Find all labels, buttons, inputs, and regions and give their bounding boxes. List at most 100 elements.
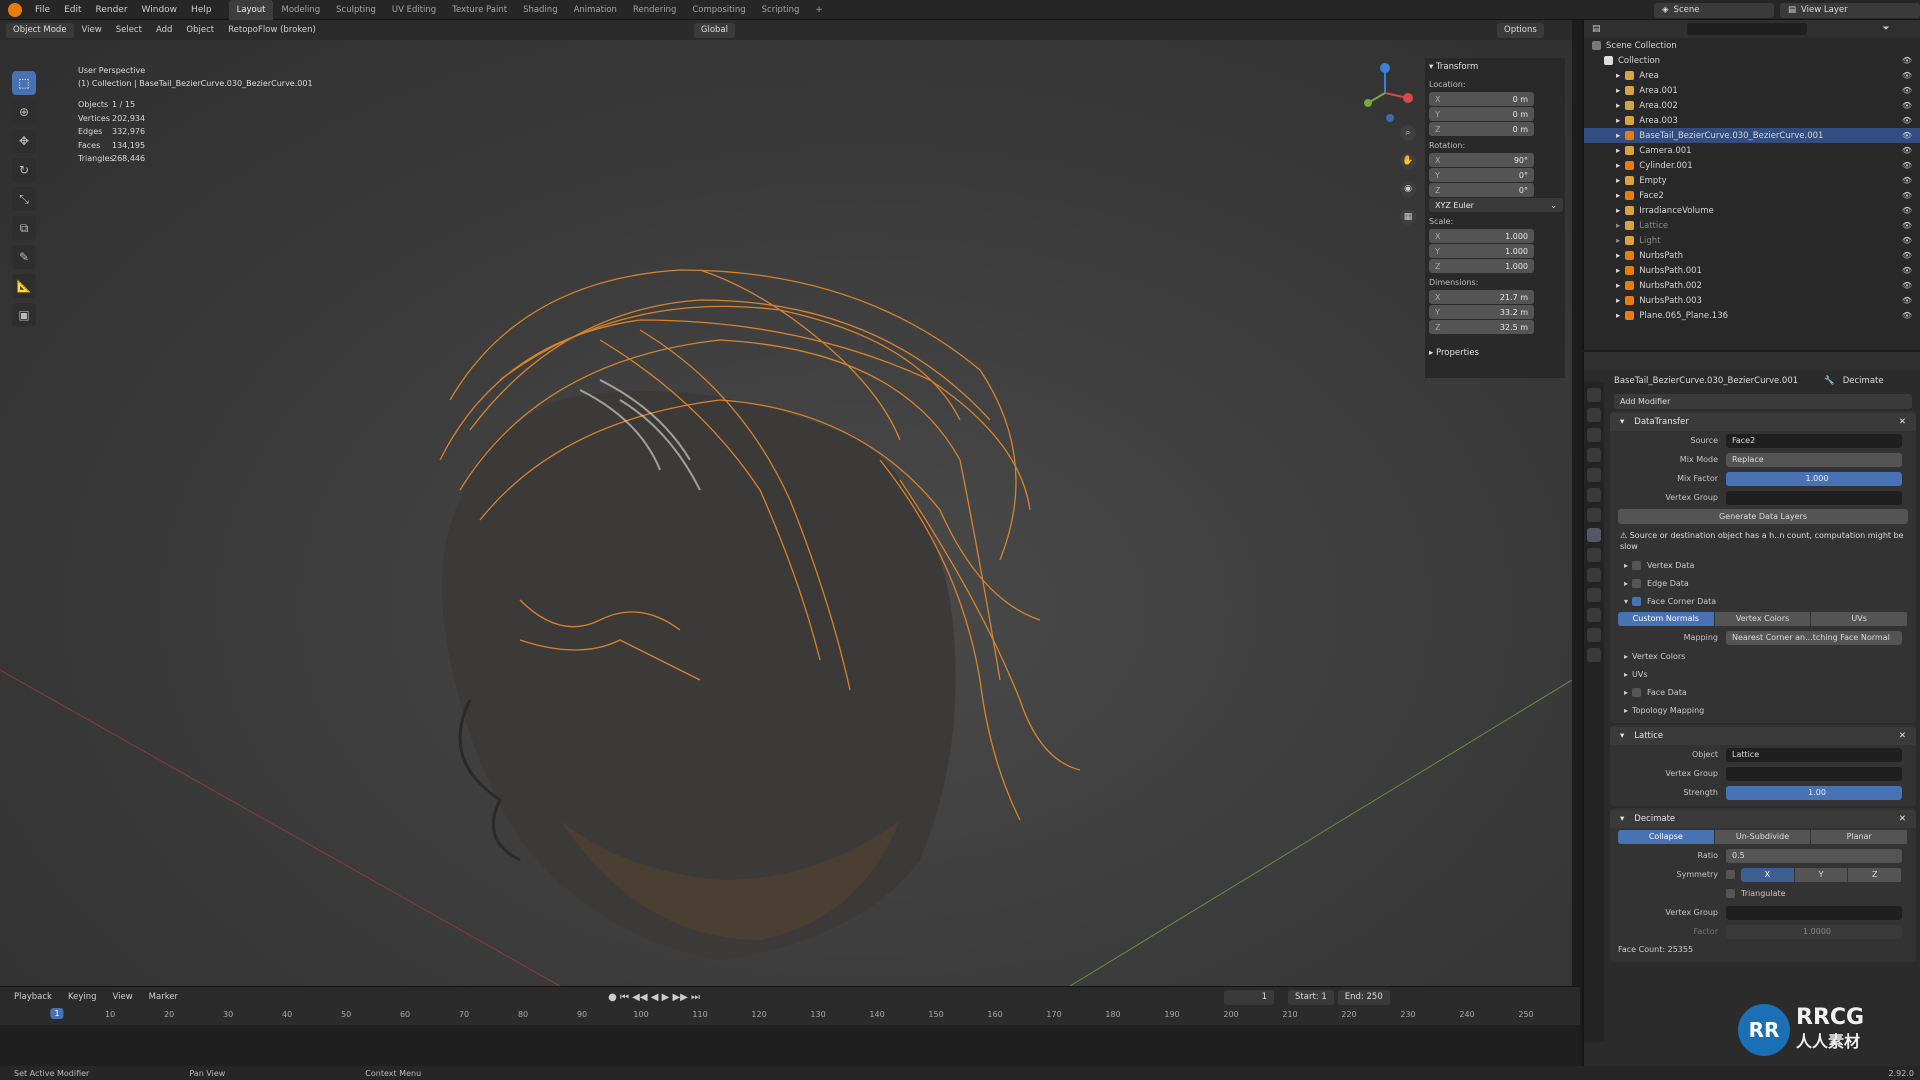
uvs-subpanel[interactable]: ▸ UVs: [1610, 665, 1916, 683]
zoom-icon[interactable]: ⌕: [1400, 125, 1416, 141]
add-cube-tool[interactable]: ▣: [12, 303, 36, 327]
modifier-tab-icon[interactable]: [1587, 528, 1601, 542]
outliner-item[interactable]: ▸ Face2 👁: [1584, 188, 1920, 203]
expand-arrow-icon[interactable]: ▸: [1616, 116, 1620, 126]
tab-uv-editing[interactable]: UV Editing: [384, 0, 444, 20]
menu-view[interactable]: View: [76, 20, 108, 40]
annotate-tool[interactable]: ✎: [12, 245, 36, 269]
playback-controls[interactable]: ● ⏮ ◀◀ ◀ ▶ ▶▶ ⏭: [608, 992, 700, 1003]
checkbox[interactable]: [1632, 596, 1642, 606]
start-frame-field[interactable]: Start: 1: [1288, 989, 1334, 1005]
eye-icon[interactable]: 👁: [1902, 191, 1912, 200]
menu-keying[interactable]: Keying: [62, 987, 103, 1007]
end-frame-field[interactable]: End: 250: [1337, 989, 1390, 1005]
face-corner-data-toggle[interactable]: ▾ Face Corner Data: [1610, 592, 1916, 610]
particles-tab-icon[interactable]: [1587, 548, 1601, 562]
eye-icon[interactable]: 👁: [1902, 86, 1912, 95]
eye-icon[interactable]: 👁: [1902, 281, 1912, 290]
view-layer-tab-icon[interactable]: [1587, 448, 1601, 462]
close-icon[interactable]: ✕: [1899, 417, 1906, 427]
scale-z-field[interactable]: Z 1.000: [1429, 259, 1534, 273]
expand-arrow-icon[interactable]: ▸: [1616, 71, 1620, 81]
outliner-item[interactable]: ▸ Light 👁: [1584, 233, 1920, 248]
dimension-z-field[interactable]: Z 32.5 m: [1429, 320, 1534, 334]
generate-data-layers-button[interactable]: Generate Data Layers: [1618, 509, 1908, 524]
eye-icon[interactable]: 👁: [1902, 221, 1912, 230]
transform-tool[interactable]: ⧉: [12, 216, 36, 240]
eye-icon[interactable]: 👁: [1902, 251, 1912, 260]
vertex-group-field[interactable]: [1726, 766, 1902, 781]
data-tab-icon[interactable]: [1587, 608, 1601, 622]
location-y-field[interactable]: Y 0 m: [1429, 107, 1534, 121]
vertex-data-toggle[interactable]: ▸ Vertex Data: [1610, 556, 1916, 574]
transform-orientation[interactable]: Global: [693, 22, 735, 38]
object-tab-icon[interactable]: [1587, 508, 1601, 522]
physics-tab-icon[interactable]: [1587, 568, 1601, 582]
scene-tab-icon[interactable]: [1587, 468, 1601, 482]
move-tool[interactable]: ✥: [12, 129, 36, 153]
menu-edit[interactable]: Edit: [57, 0, 88, 20]
location-z-field[interactable]: Z 0 m: [1429, 122, 1534, 136]
modifier-header[interactable]: ▾ DataTransfer ✕: [1610, 413, 1916, 431]
current-frame-field[interactable]: 1: [1224, 989, 1275, 1005]
rotation-y-field[interactable]: Y 0°: [1429, 168, 1534, 182]
add-modifier-button[interactable]: Add Modifier: [1614, 394, 1912, 409]
menu-window[interactable]: Window: [135, 0, 185, 20]
outliner-collection[interactable]: Collection 👁: [1584, 53, 1920, 68]
eye-icon[interactable]: 👁: [1902, 116, 1912, 125]
texture-tab-icon[interactable]: [1587, 648, 1601, 662]
expand-arrow-icon[interactable]: ▸: [1616, 86, 1620, 96]
eye-icon[interactable]: 👁: [1902, 71, 1912, 80]
expand-arrow-icon[interactable]: ▸: [1616, 266, 1620, 276]
collapse-toggle[interactable]: Collapse: [1618, 830, 1715, 844]
scale-y-field[interactable]: Y 1.000: [1429, 244, 1534, 258]
tab-animation[interactable]: Animation: [566, 0, 625, 20]
menu-marker[interactable]: Marker: [143, 987, 184, 1007]
vertex-colors-subpanel[interactable]: ▸ Vertex Colors: [1610, 647, 1916, 665]
outliner-item[interactable]: ▸ Plane.065_Plane.136 👁: [1584, 308, 1920, 323]
outliner-search-input[interactable]: [1686, 23, 1807, 35]
tab-rendering[interactable]: Rendering: [625, 0, 684, 20]
axis-z-toggle[interactable]: Z: [1848, 867, 1902, 882]
menu-playback[interactable]: Playback: [8, 987, 58, 1007]
menu-select[interactable]: Select: [110, 20, 148, 40]
close-icon[interactable]: ✕: [1899, 731, 1906, 741]
ortho-grid-icon[interactable]: ▦: [1400, 209, 1416, 225]
expand-arrow-icon[interactable]: ▸: [1616, 236, 1620, 246]
face-data-subpanel[interactable]: ▸ Face Data: [1610, 683, 1916, 701]
eye-icon[interactable]: 👁: [1902, 101, 1912, 110]
3d-viewport[interactable]: [0, 40, 1572, 986]
modifier-header[interactable]: ▾ Decimate ✕: [1610, 810, 1916, 828]
transform-section-title[interactable]: ▾ Transform: [1425, 58, 1565, 76]
output-tab-icon[interactable]: [1587, 428, 1601, 442]
frame-ruler[interactable]: 1 10 20 30 40 50 60 70 80 90 100 110 120 130 140 150 160…: [0, 1007, 1580, 1025]
close-icon[interactable]: ✕: [1899, 814, 1906, 824]
outliner-item[interactable]: ▸ Camera.001 👁: [1584, 143, 1920, 158]
add-workspace-icon[interactable]: +: [807, 0, 830, 20]
tab-sculpting[interactable]: Sculpting: [328, 0, 384, 20]
menu-view[interactable]: View: [107, 987, 139, 1007]
eye-icon[interactable]: 👁: [1902, 206, 1912, 215]
lattice-object-field[interactable]: Lattice: [1726, 747, 1902, 762]
constraints-tab-icon[interactable]: [1587, 588, 1601, 602]
expand-arrow-icon[interactable]: ▸: [1616, 311, 1620, 321]
modifier-header[interactable]: ▾ Lattice ✕: [1610, 727, 1916, 745]
expand-arrow-icon[interactable]: ▸: [1616, 191, 1620, 201]
symmetry-checkbox[interactable]: [1726, 870, 1735, 879]
axis-x-toggle[interactable]: X: [1741, 867, 1795, 882]
tab-compositing[interactable]: Compositing: [684, 0, 753, 20]
eye-icon[interactable]: 👁: [1902, 266, 1912, 275]
eye-icon[interactable]: 👁: [1902, 311, 1912, 320]
checkbox[interactable]: [1632, 578, 1642, 588]
vertex-colors-toggle[interactable]: Vertex Colors: [1714, 612, 1812, 626]
dimension-x-field[interactable]: X 21.7 m: [1429, 290, 1534, 304]
vertex-group-field[interactable]: [1726, 490, 1902, 505]
planar-toggle[interactable]: Planar: [1811, 830, 1908, 844]
custom-normals-toggle[interactable]: Custom Normals: [1618, 612, 1715, 626]
uvs-toggle[interactable]: UVs: [1811, 612, 1908, 626]
render-tab-icon[interactable]: [1587, 408, 1601, 422]
cursor-tool[interactable]: ⊕: [12, 100, 36, 124]
mix-factor-slider[interactable]: 1.000: [1726, 471, 1902, 486]
edge-data-toggle[interactable]: ▸ Edge Data: [1610, 574, 1916, 592]
view-layer-selector[interactable]: ▤ View Layer: [1780, 2, 1920, 18]
